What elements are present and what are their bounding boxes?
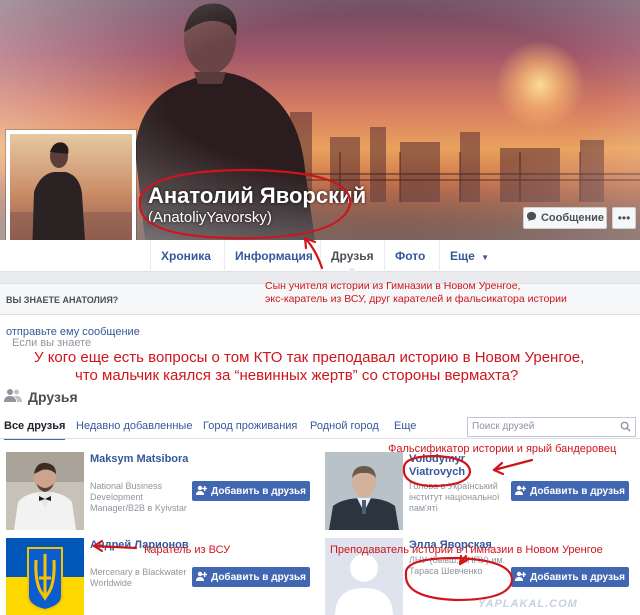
tab-friends[interactable]: Друзья	[320, 240, 384, 273]
add-friend-label: Добавить в друзья	[530, 571, 625, 583]
tab-timeline[interactable]: Хроника	[150, 240, 221, 272]
message-button[interactable]: Сообщение	[523, 207, 607, 229]
friends-search-placeholder: Поиск друзей	[472, 421, 535, 432]
friend-description: ЛНУ (бывш. ЛНПУ) им. Тараса Шевченко	[409, 555, 506, 576]
friend-card: Volodymyr Viatrovych Голова в Українськи…	[325, 452, 637, 536]
avatar-photo	[10, 134, 132, 256]
add-friend-button[interactable]: Добавить в друзья	[511, 481, 629, 501]
caret-down-icon: ▼	[481, 253, 490, 262]
know-text: Если вы знаете Анатолия, отправьте ему с…	[6, 326, 140, 361]
friend-photo[interactable]	[325, 538, 403, 615]
friend-photo[interactable]	[6, 452, 84, 530]
friend-card: Maksym Matsibora National Business Devel…	[6, 452, 318, 536]
friend-photo[interactable]	[6, 538, 84, 615]
know-box-body: Если вы знаете Анатолия, отправьте ему с…	[0, 315, 640, 361]
profile-handle: (AnatoliyYavorsky)	[148, 209, 272, 226]
tabs-divider	[0, 438, 640, 439]
tab-all-friends[interactable]: Все друзья	[4, 420, 66, 440]
add-friend-icon	[196, 571, 208, 584]
tab-recently-added[interactable]: Недавно добавленные	[76, 420, 192, 432]
add-friend-label: Добавить в друзья	[211, 485, 306, 497]
chat-bubble-icon	[526, 211, 537, 225]
more-options-button[interactable]: •••	[612, 207, 636, 229]
search-icon	[620, 421, 631, 439]
add-friend-icon	[515, 485, 527, 498]
know-heading: ВЫ ЗНАЕТЕ АНАТОЛИЯ?	[6, 295, 119, 305]
friends-title-label: Друзья	[28, 388, 78, 405]
tab-friends-more[interactable]: Еще	[394, 420, 416, 432]
friend-name[interactable]: Элла Яворская	[409, 539, 509, 552]
tab-photos[interactable]: Фото	[384, 240, 435, 272]
tab-about[interactable]: Информация	[224, 240, 323, 272]
tab-current-city[interactable]: Город проживания	[203, 420, 297, 432]
friend-photo[interactable]	[325, 452, 403, 530]
tab-hometown[interactable]: Родной город	[310, 420, 379, 432]
friends-title: Друзья	[4, 388, 78, 405]
friend-name[interactable]: Volodymyr Viatrovych	[409, 453, 509, 479]
add-friend-label: Добавить в друзья	[530, 485, 625, 497]
know-box-header: ВЫ ЗНАЕТЕ АНАТОЛИЯ?	[0, 283, 640, 315]
add-friend-icon	[196, 485, 208, 498]
friend-description: National Business Development Manager/B2…	[90, 481, 187, 513]
friends-search-input[interactable]: Поиск друзей	[467, 417, 636, 437]
add-friend-button[interactable]: Добавить в друзья	[192, 481, 310, 501]
friend-description: Голова в Український інститут національн…	[409, 481, 500, 513]
watermark: YAPLAKAL.COM	[478, 598, 578, 610]
profile-name[interactable]: Анатолий Яворский	[148, 183, 366, 209]
friend-card: Андрей Ларионов Mercenary в Blackwater W…	[6, 538, 318, 615]
friends-icon	[4, 388, 22, 405]
friend-name[interactable]: Maksym Matsibora	[90, 453, 190, 466]
add-friend-button[interactable]: Добавить в друзья	[192, 567, 310, 587]
friend-description: Mercenary в Blackwater Worldwide	[90, 567, 187, 588]
question-banner	[0, 348, 640, 384]
tab-more[interactable]: Еще ▼	[439, 240, 501, 272]
add-friend-label: Добавить в друзья	[211, 571, 306, 583]
tab-more-label: Еще	[450, 249, 475, 263]
add-friend-button[interactable]: Добавить в друзья	[511, 567, 629, 587]
message-button-label: Сообщение	[540, 212, 605, 224]
friend-name[interactable]: Андрей Ларионов	[90, 539, 190, 552]
profile-nav: Хроника Информация Друзья Фото Еще ▼	[0, 240, 640, 273]
add-friend-icon	[515, 571, 527, 584]
